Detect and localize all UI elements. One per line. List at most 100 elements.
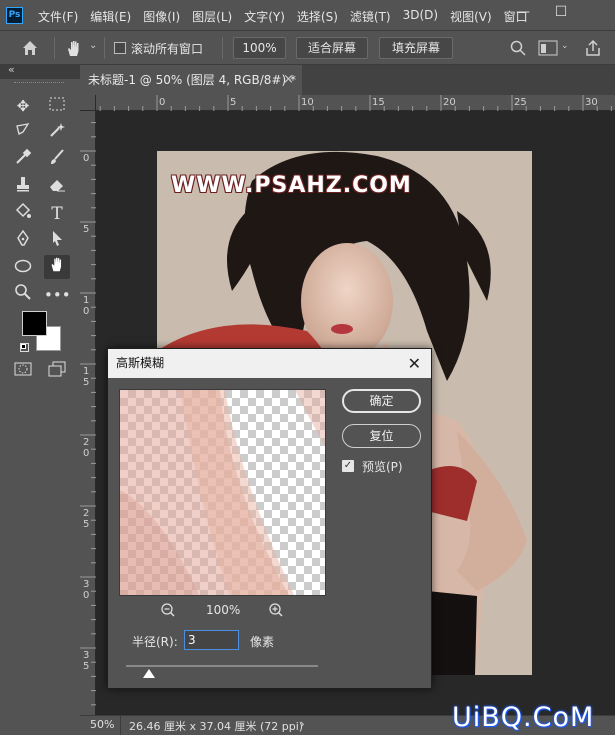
scroll-all-label: 滚动所有窗口 xyxy=(131,42,204,56)
separator xyxy=(222,37,223,59)
gaussian-blur-dialog: 高斯模糊 ✕ 确定 复位 ✓ 预览(P) 100% 半径(R): 3 像素 xyxy=(107,348,432,689)
ruler-corner xyxy=(80,95,96,111)
ruler-label: 20 xyxy=(443,97,456,108)
ruler-label: 30 xyxy=(83,579,90,601)
menu-item-2[interactable]: 图像(I) xyxy=(143,8,180,25)
chevron-down-icon[interactable]: ⌄ xyxy=(561,41,569,51)
separator xyxy=(120,716,121,735)
ruler-label: 0 xyxy=(83,153,90,164)
hand-tool-icon[interactable] xyxy=(44,255,70,279)
document-tab-bar: 未标题-1 @ 50% (图层 4, RGB/8#) * × xyxy=(80,65,615,95)
foreground-color-swatch[interactable] xyxy=(22,311,47,336)
fill-screen-button[interactable]: 填充屏幕 xyxy=(379,37,453,59)
separator xyxy=(104,37,105,59)
blur-preview[interactable] xyxy=(119,389,326,596)
vertical-ruler: 0 5 10 15 20 25 30 35 xyxy=(80,111,96,715)
zoom-in-icon[interactable] xyxy=(268,602,284,618)
ruler-label: 5 xyxy=(230,97,237,108)
zoom-100-button[interactable]: 100% xyxy=(233,37,286,59)
radius-slider-track[interactable] xyxy=(126,665,318,667)
ruler-label: 15 xyxy=(372,97,385,108)
screen-mode-icon[interactable] xyxy=(44,360,70,384)
horizontal-ruler-ticks xyxy=(99,95,612,111)
ruler-label: 30 xyxy=(585,97,598,108)
ruler-label: 35 xyxy=(83,650,90,672)
radius-input[interactable]: 3 xyxy=(184,630,239,650)
search-icon[interactable] xyxy=(510,40,526,56)
radius-slider-thumb[interactable] xyxy=(143,669,156,678)
photoshop-logo: Ps xyxy=(6,7,23,24)
separator xyxy=(54,37,55,59)
type-tool-icon[interactable]: T xyxy=(44,202,70,226)
horizontal-ruler: 0 5 10 15 20 25 30 xyxy=(96,95,615,111)
menu-item-0[interactable]: 文件(F) xyxy=(38,8,78,25)
preview-checkbox[interactable]: ✓ xyxy=(342,460,354,472)
radius-label: 半径(R): xyxy=(132,635,178,649)
eyedropper-icon[interactable] xyxy=(10,148,36,172)
chevron-down-icon[interactable]: ⌄ xyxy=(89,40,97,51)
marquee-tool-icon[interactable] xyxy=(44,94,70,118)
ruler-label: 15 xyxy=(83,366,90,388)
collapse-toolbox-icon[interactable]: « xyxy=(8,63,15,76)
tab-close-icon[interactable]: × xyxy=(283,65,294,95)
paint-bucket-icon[interactable] xyxy=(10,202,36,226)
eraser-icon[interactable] xyxy=(44,175,70,199)
ruler-label: 25 xyxy=(514,97,527,108)
status-menu-arrow[interactable]: › xyxy=(300,717,305,731)
home-icon[interactable] xyxy=(21,39,39,57)
path-selection-icon[interactable] xyxy=(44,229,70,253)
pen-tool-icon[interactable] xyxy=(10,229,36,253)
menu-item-3[interactable]: 图层(L) xyxy=(192,8,232,25)
document-tab[interactable]: 未标题-1 @ 50% (图层 4, RGB/8#) * × xyxy=(80,65,302,95)
menu-item-4[interactable]: 文字(Y) xyxy=(244,8,285,25)
image-watermark-text: WWW.PSAHZ.COM xyxy=(171,173,412,198)
menu-item-1[interactable]: 编辑(E) xyxy=(90,8,131,25)
ruler-label: 10 xyxy=(301,97,314,108)
vertical-ruler-ticks xyxy=(80,122,96,706)
dialog-title: 高斯模糊 xyxy=(116,356,165,370)
more-tools-icon[interactable]: ••• xyxy=(44,283,71,307)
lasso-tool-icon[interactable] xyxy=(10,121,36,145)
stamp-tool-icon[interactable] xyxy=(10,175,36,199)
options-bar: ⌄ 滚动所有窗口 100% 适合屏幕 填充屏幕 ⌄ xyxy=(0,31,615,65)
zoom-level[interactable]: 50% xyxy=(90,718,114,731)
zoom-out-icon[interactable] xyxy=(160,602,176,618)
preview-image xyxy=(120,390,325,595)
menu-item-6[interactable]: 滤镜(T) xyxy=(350,8,391,25)
document-info: 26.46 厘米 x 37.04 厘米 (72 ppi) xyxy=(129,720,304,733)
ruler-label: 0 xyxy=(159,97,166,108)
toolbox-header: « xyxy=(0,63,80,79)
site-watermark: UiBQ.CoM xyxy=(452,702,595,733)
ruler-label: 25 xyxy=(83,508,90,530)
toolbox: ✥ T ••• xyxy=(0,92,80,392)
reset-button[interactable]: 复位 xyxy=(342,424,421,448)
share-icon[interactable] xyxy=(584,39,602,57)
ruler-label: 5 xyxy=(83,224,90,235)
preview-label: 预览(P) xyxy=(362,460,403,474)
hand-tool-icon[interactable] xyxy=(64,38,84,58)
toolbox-grip xyxy=(14,82,64,84)
ellipse-tool-icon[interactable] xyxy=(10,256,36,280)
default-colors-icon[interactable] xyxy=(20,343,29,352)
zoom-tool-icon[interactable] xyxy=(10,283,36,307)
menu-item-8[interactable]: 视图(V) xyxy=(450,8,492,25)
ruler-label: 20 xyxy=(83,437,90,459)
radius-unit: 像素 xyxy=(250,635,275,649)
main-menu: 文件(F) 编辑(E) 图像(I) 图层(L) 文字(Y) 选择(S) 滤镜(T) 3D(D)… xyxy=(38,8,540,25)
brush-tool-icon[interactable] xyxy=(44,148,70,172)
close-icon[interactable]: ✕ xyxy=(408,349,421,378)
magic-wand-icon[interactable] xyxy=(44,121,70,145)
fit-screen-button[interactable]: 适合屏幕 xyxy=(296,37,368,59)
maximize-button[interactable]: ☐ xyxy=(543,0,579,26)
quick-mask-icon[interactable] xyxy=(10,360,36,384)
minimize-button[interactable]: — xyxy=(505,0,541,26)
ok-button[interactable]: 确定 xyxy=(342,389,421,413)
menu-item-7[interactable]: 3D(D) xyxy=(403,8,438,25)
preview-zoom-level: 100% xyxy=(206,603,241,617)
menu-item-5[interactable]: 选择(S) xyxy=(297,8,338,25)
move-tool-icon[interactable]: ✥ xyxy=(10,94,36,118)
menu-bar: Ps 文件(F) 编辑(E) 图像(I) 图层(L) 文字(Y) 选择(S) 滤镜(T) 3D… xyxy=(0,0,615,31)
document-tab-title: 未标题-1 @ 50% (图层 4, RGB/8#) * xyxy=(88,73,296,87)
scroll-all-checkbox[interactable] xyxy=(114,42,126,54)
workspace-icon[interactable] xyxy=(538,40,558,56)
